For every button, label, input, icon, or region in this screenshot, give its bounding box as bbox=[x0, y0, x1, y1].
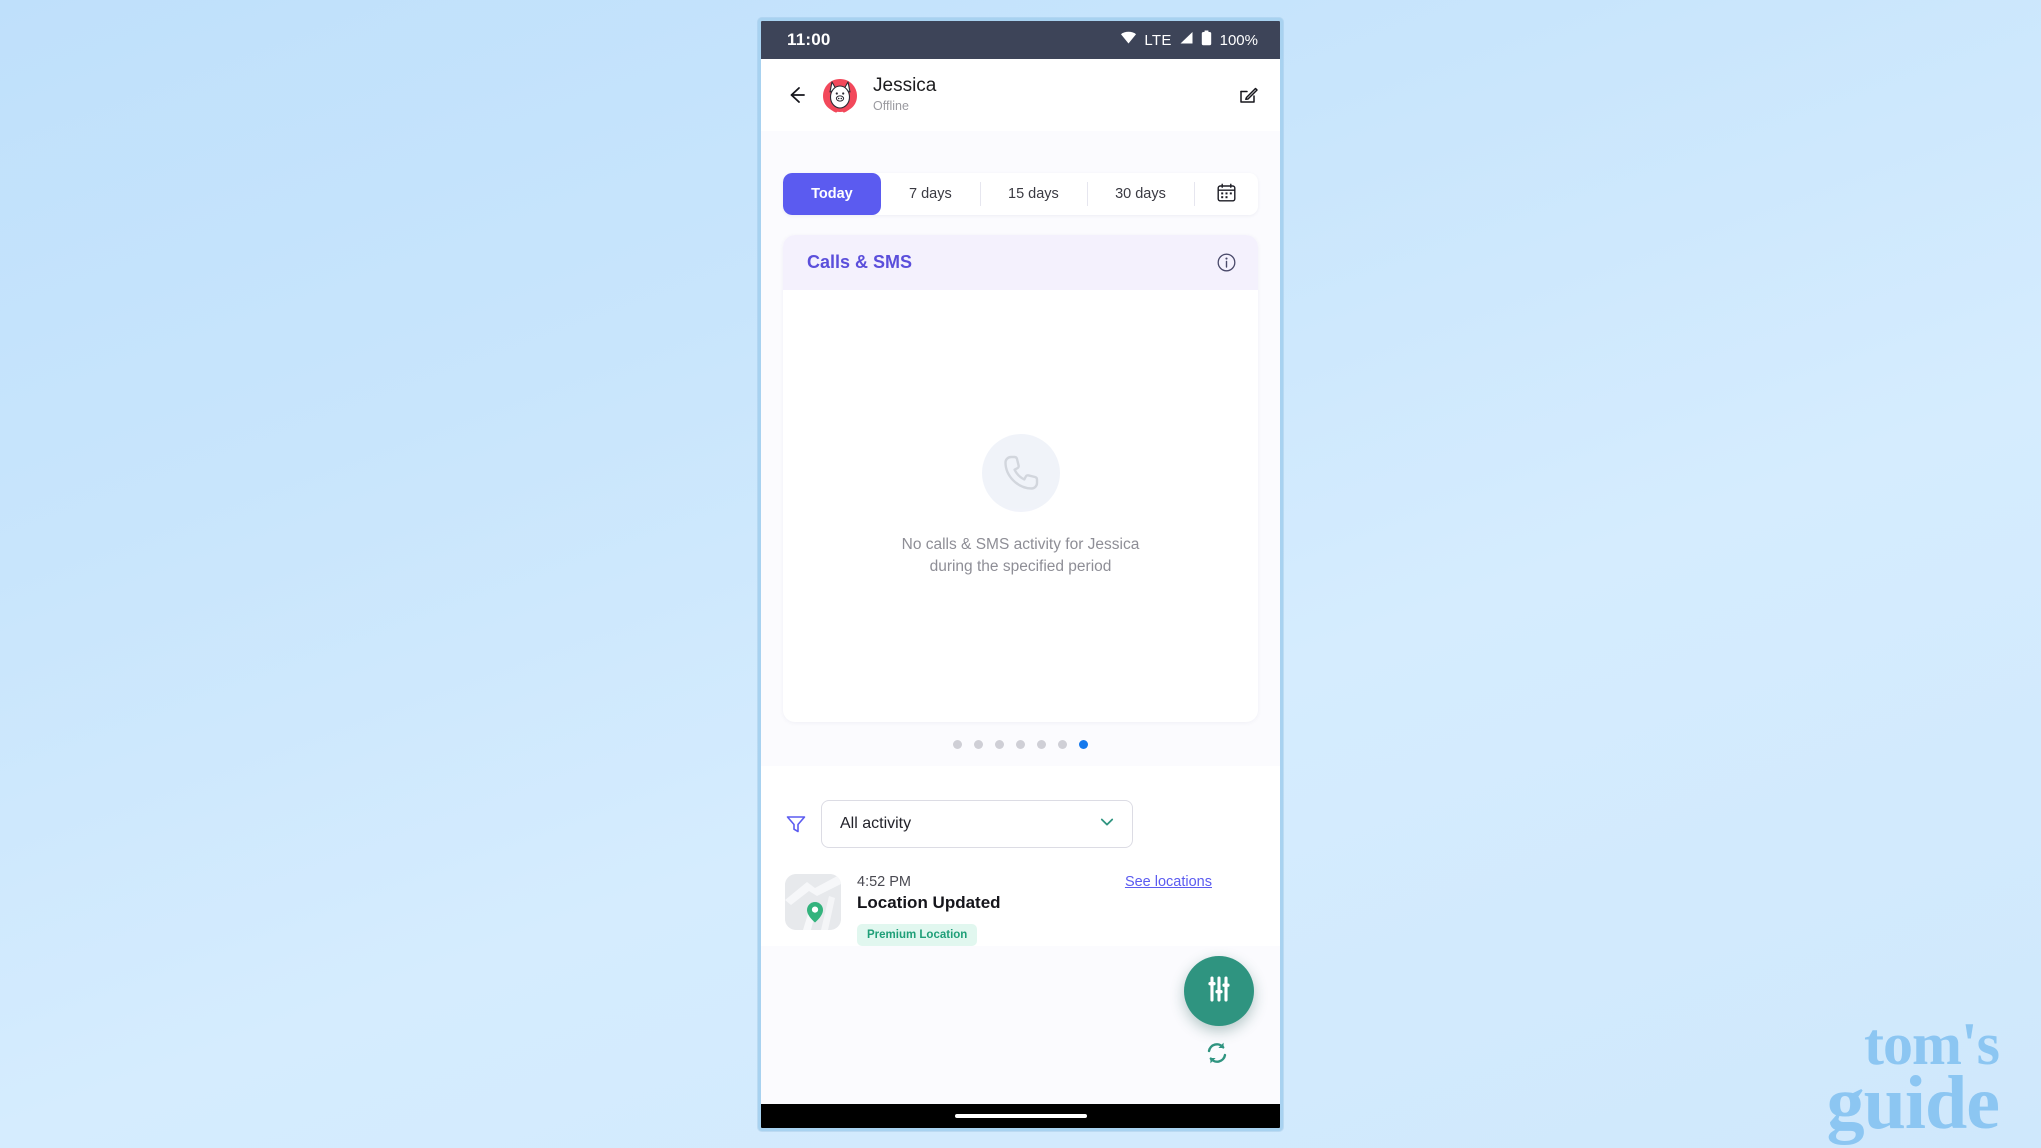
toms-guide-watermark: tom's guide bbox=[1826, 1014, 2000, 1145]
battery-percent-label: 100% bbox=[1219, 31, 1258, 49]
activity-time: 4:52 PM bbox=[857, 874, 911, 890]
pagination-dot[interactable] bbox=[1016, 739, 1025, 749]
tab-15-days[interactable]: 15 days bbox=[979, 173, 1087, 215]
pagination-dot[interactable] bbox=[995, 739, 1004, 749]
calls-sms-title: Calls & SMS bbox=[807, 252, 913, 272]
status-bar-clock: 11:00 bbox=[787, 30, 831, 49]
tab-custom-date[interactable] bbox=[1194, 173, 1258, 215]
empty-state-line-2: during the specified period bbox=[929, 558, 1112, 575]
pagination-dot[interactable] bbox=[1058, 739, 1067, 749]
wifi-icon bbox=[1120, 30, 1137, 50]
tab-30-days[interactable]: 30 days bbox=[1086, 173, 1194, 215]
pagination-dot[interactable] bbox=[974, 739, 983, 749]
activity-item-content: 4:52 PM See locations Location Updated P… bbox=[857, 874, 1258, 946]
section-divider bbox=[761, 766, 1280, 786]
tab-today[interactable]: Today bbox=[783, 173, 881, 215]
premium-location-badge: Premium Location bbox=[857, 924, 978, 946]
empty-state-text: No calls & SMS activity for Jessica duri… bbox=[902, 534, 1140, 578]
calls-sms-card-wrapper: Calls & SMS No calls & SMS activity for … bbox=[761, 215, 1280, 722]
activity-filter-row: All activity bbox=[761, 786, 1280, 866]
status-bar: 11:00 LTE 100% bbox=[761, 21, 1280, 59]
network-type-label: LTE bbox=[1144, 31, 1172, 49]
app-body: Today 7 days 15 days 30 days Calls & SMS… bbox=[761, 131, 1280, 1104]
calls-sms-empty-state: No calls & SMS activity for Jessica duri… bbox=[783, 290, 1258, 722]
page-title: Jessica bbox=[873, 75, 937, 97]
info-icon[interactable] bbox=[1217, 253, 1236, 272]
settings-fab-button[interactable] bbox=[1184, 956, 1254, 1026]
calls-sms-card-header: Calls & SMS bbox=[783, 235, 1258, 290]
period-tabs-wrapper: Today 7 days 15 days 30 days bbox=[761, 173, 1280, 215]
edit-icon[interactable] bbox=[1238, 85, 1258, 105]
signal-icon bbox=[1179, 31, 1194, 50]
tab-15-days-label: 15 days bbox=[1008, 186, 1059, 202]
refresh-icon[interactable] bbox=[1204, 1040, 1230, 1066]
pagination-dot[interactable] bbox=[1037, 739, 1046, 749]
pagination-dot[interactable] bbox=[953, 739, 962, 749]
sliders-icon bbox=[1204, 974, 1234, 1009]
see-locations-link[interactable]: See locations bbox=[1125, 874, 1212, 890]
status-badge: Offline bbox=[873, 99, 909, 114]
battery-icon bbox=[1201, 30, 1212, 51]
tab-today-label: Today bbox=[811, 186, 853, 202]
list-item[interactable]: 4:52 PM See locations Location Updated P… bbox=[785, 874, 1258, 946]
phone-frame: 11:00 LTE 100% Jessica Offline Today 7 d… bbox=[758, 18, 1283, 1131]
phone-icon bbox=[981, 434, 1060, 512]
activity-filter-value: All activity bbox=[840, 815, 912, 832]
tab-7-days[interactable]: 7 days bbox=[881, 173, 980, 215]
watermark-line-2: guide bbox=[1826, 1060, 2000, 1145]
status-bar-indicators: LTE 100% bbox=[1120, 30, 1258, 51]
filter-icon[interactable] bbox=[785, 813, 807, 835]
pagination-dot-active[interactable] bbox=[1079, 739, 1088, 749]
profile-info: Jessica Offline bbox=[873, 75, 1224, 114]
system-nav-bar bbox=[761, 1104, 1280, 1128]
empty-state-line-1: No calls & SMS activity for Jessica bbox=[901, 536, 1140, 553]
activity-title: Location Updated bbox=[857, 893, 1001, 912]
carousel-pagination bbox=[761, 722, 1280, 766]
period-tabs: Today 7 days 15 days 30 days bbox=[783, 173, 1258, 215]
activity-list: 4:52 PM See locations Location Updated P… bbox=[761, 866, 1280, 946]
activity-item-top-row: 4:52 PM See locations bbox=[857, 874, 1258, 890]
calls-sms-card: Calls & SMS No calls & SMS activity for … bbox=[783, 235, 1258, 722]
chevron-down-icon bbox=[1098, 813, 1116, 836]
map-pin-icon[interactable] bbox=[785, 874, 841, 930]
home-indicator[interactable] bbox=[954, 1114, 1087, 1118]
activity-filter-select[interactable]: All activity bbox=[821, 800, 1133, 848]
tab-7-days-label: 7 days bbox=[909, 186, 952, 202]
tab-30-days-label: 30 days bbox=[1115, 186, 1166, 202]
calendar-icon bbox=[1217, 183, 1236, 206]
avatar[interactable] bbox=[821, 76, 859, 114]
back-arrow-icon[interactable] bbox=[785, 84, 807, 106]
app-header: Jessica Offline bbox=[761, 59, 1280, 131]
top-spacer bbox=[761, 131, 1280, 173]
